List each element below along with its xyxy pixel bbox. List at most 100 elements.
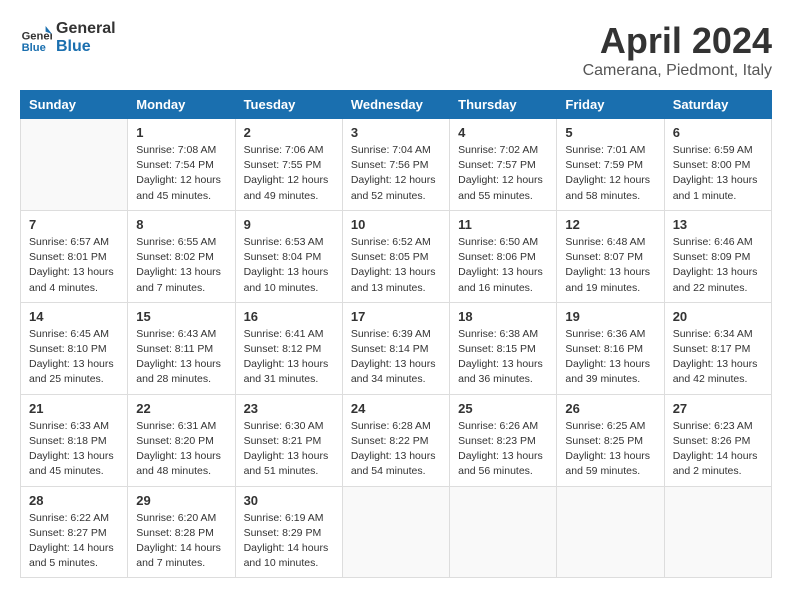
day-number: 11: [458, 217, 548, 232]
calendar-day-cell: 14 Sunrise: 6:45 AM Sunset: 8:10 PM Dayli…: [21, 302, 128, 394]
svg-text:Blue: Blue: [22, 41, 46, 53]
day-number: 24: [351, 401, 441, 416]
calendar-day-cell: 7 Sunrise: 6:57 AM Sunset: 8:01 PM Daylig…: [21, 210, 128, 302]
weekday-header: Wednesday: [342, 91, 449, 119]
day-number: 1: [136, 125, 226, 140]
day-info: Sunrise: 6:31 AM Sunset: 8:20 PM Dayligh…: [136, 419, 226, 480]
calendar-day-cell: 16Sunrise: 6:41 AM Sunset: 8:12 PM Dayli…: [235, 302, 342, 394]
day-info: Sunrise: 6:30 AM Sunset: 8:21 PM Dayligh…: [244, 419, 334, 480]
day-info: Sunrise: 6:55 AM Sunset: 8:02 PM Dayligh…: [136, 235, 226, 296]
day-number: 15: [136, 309, 226, 324]
day-info: Sunrise: 6:20 AM Sunset: 8:28 PM Dayligh…: [136, 511, 226, 572]
day-number: 22: [136, 401, 226, 416]
day-info: Sunrise: 6:43 AM Sunset: 8:11 PM Dayligh…: [136, 327, 226, 388]
day-info: Sunrise: 6:22 AM Sunset: 8:27 PM Dayligh…: [29, 511, 119, 572]
day-info: Sunrise: 6:57 AM Sunset: 8:01 PM Dayligh…: [29, 235, 119, 296]
weekday-header: Friday: [557, 91, 664, 119]
calendar-header-row: SundayMondayTuesdayWednesdayThursdayFrid…: [21, 91, 772, 119]
weekday-header: Thursday: [450, 91, 557, 119]
day-number: 9: [244, 217, 334, 232]
calendar-day-cell: 8Sunrise: 6:55 AM Sunset: 8:02 PM Daylig…: [128, 210, 235, 302]
calendar-day-cell: 3 Sunrise: 7:04 AM Sunset: 7:56 PM Daylig…: [342, 119, 449, 211]
day-number: 30: [244, 493, 334, 508]
day-number: 18: [458, 309, 548, 324]
day-number: 20: [673, 309, 763, 324]
calendar-day-cell: 28 Sunrise: 6:22 AM Sunset: 8:27 PM Dayli…: [21, 486, 128, 578]
day-number: 26: [565, 401, 655, 416]
calendar-day-cell: 13 Sunrise: 6:46 AM Sunset: 8:09 PM Dayli…: [664, 210, 771, 302]
day-info: Sunrise: 6:36 AM Sunset: 8:16 PM Dayligh…: [565, 327, 655, 388]
day-number: 25: [458, 401, 548, 416]
calendar-week-row: 1Sunrise: 7:08 AM Sunset: 7:54 PM Daylig…: [21, 119, 772, 211]
day-number: 3: [351, 125, 441, 140]
day-info: Sunrise: 7:04 AM Sunset: 7:56 PM Dayligh…: [351, 143, 441, 204]
day-number: 16: [244, 309, 334, 324]
calendar-week-row: 21Sunrise: 6:33 AM Sunset: 8:18 PM Dayli…: [21, 394, 772, 486]
day-number: 14: [29, 309, 119, 324]
day-info: Sunrise: 6:26 AM Sunset: 8:23 PM Dayligh…: [458, 419, 548, 480]
calendar-day-cell: 30Sunrise: 6:19 AM Sunset: 8:29 PM Dayli…: [235, 486, 342, 578]
weekday-header: Monday: [128, 91, 235, 119]
calendar-day-cell: 21Sunrise: 6:33 AM Sunset: 8:18 PM Dayli…: [21, 394, 128, 486]
day-number: 10: [351, 217, 441, 232]
day-number: 13: [673, 217, 763, 232]
calendar-day-cell: 24 Sunrise: 6:28 AM Sunset: 8:22 PM Dayli…: [342, 394, 449, 486]
day-number: 27: [673, 401, 763, 416]
calendar-day-cell: 12 Sunrise: 6:48 AM Sunset: 8:07 PM Dayli…: [557, 210, 664, 302]
day-number: 7: [29, 217, 119, 232]
calendar-day-cell: 17Sunrise: 6:39 AM Sunset: 8:14 PM Dayli…: [342, 302, 449, 394]
calendar-day-cell: 22 Sunrise: 6:31 AM Sunset: 8:20 PM Dayli…: [128, 394, 235, 486]
calendar-day-cell: 5Sunrise: 7:01 AM Sunset: 7:59 PM Daylig…: [557, 119, 664, 211]
day-info: Sunrise: 7:06 AM Sunset: 7:55 PM Dayligh…: [244, 143, 334, 204]
calendar-day-cell: 2 Sunrise: 7:06 AM Sunset: 7:55 PM Daylig…: [235, 119, 342, 211]
day-number: 6: [673, 125, 763, 140]
day-info: Sunrise: 6:52 AM Sunset: 8:05 PM Dayligh…: [351, 235, 441, 296]
calendar-table: SundayMondayTuesdayWednesdayThursdayFrid…: [20, 90, 772, 578]
calendar-day-cell: 26Sunrise: 6:25 AM Sunset: 8:25 PM Dayli…: [557, 394, 664, 486]
day-number: 4: [458, 125, 548, 140]
calendar-day-cell: 11Sunrise: 6:50 AM Sunset: 8:06 PM Dayli…: [450, 210, 557, 302]
calendar-day-cell: [450, 486, 557, 578]
calendar-day-cell: 25 Sunrise: 6:26 AM Sunset: 8:23 PM Dayli…: [450, 394, 557, 486]
day-number: 23: [244, 401, 334, 416]
logo-blue: Blue: [56, 38, 116, 56]
calendar-day-cell: 10 Sunrise: 6:52 AM Sunset: 8:05 PM Dayli…: [342, 210, 449, 302]
day-number: 2: [244, 125, 334, 140]
weekday-header: Sunday: [21, 91, 128, 119]
day-number: 28: [29, 493, 119, 508]
weekday-header: Tuesday: [235, 91, 342, 119]
day-info: Sunrise: 6:45 AM Sunset: 8:10 PM Dayligh…: [29, 327, 119, 388]
calendar-day-cell: 9 Sunrise: 6:53 AM Sunset: 8:04 PM Daylig…: [235, 210, 342, 302]
weekday-header: Saturday: [664, 91, 771, 119]
calendar-day-cell: 23 Sunrise: 6:30 AM Sunset: 8:21 PM Dayli…: [235, 394, 342, 486]
calendar-week-row: 28 Sunrise: 6:22 AM Sunset: 8:27 PM Dayli…: [21, 486, 772, 578]
day-info: Sunrise: 6:28 AM Sunset: 8:22 PM Dayligh…: [351, 419, 441, 480]
calendar-day-cell: 1Sunrise: 7:08 AM Sunset: 7:54 PM Daylig…: [128, 119, 235, 211]
day-info: Sunrise: 7:01 AM Sunset: 7:59 PM Dayligh…: [565, 143, 655, 204]
day-info: Sunrise: 6:46 AM Sunset: 8:09 PM Dayligh…: [673, 235, 763, 296]
calendar-day-cell: 4 Sunrise: 7:02 AM Sunset: 7:57 PM Daylig…: [450, 119, 557, 211]
calendar-day-cell: [664, 486, 771, 578]
calendar-day-cell: 29 Sunrise: 6:20 AM Sunset: 8:28 PM Dayli…: [128, 486, 235, 578]
day-number: 17: [351, 309, 441, 324]
calendar-day-cell: 20Sunrise: 6:34 AM Sunset: 8:17 PM Dayli…: [664, 302, 771, 394]
calendar-day-cell: 15 Sunrise: 6:43 AM Sunset: 8:11 PM Dayli…: [128, 302, 235, 394]
logo-general: General: [56, 20, 116, 38]
logo: General Blue General Blue: [20, 20, 116, 55]
day-info: Sunrise: 7:02 AM Sunset: 7:57 PM Dayligh…: [458, 143, 548, 204]
calendar-day-cell: 18Sunrise: 6:38 AM Sunset: 8:15 PM Dayli…: [450, 302, 557, 394]
month-title: April 2024: [583, 20, 772, 62]
location: Camerana, Piedmont, Italy: [583, 62, 772, 80]
logo-text: General Blue: [56, 20, 116, 55]
day-number: 29: [136, 493, 226, 508]
calendar-day-cell: [557, 486, 664, 578]
svg-text:General: General: [22, 30, 52, 42]
day-info: Sunrise: 6:48 AM Sunset: 8:07 PM Dayligh…: [565, 235, 655, 296]
calendar-day-cell: [342, 486, 449, 578]
calendar-week-row: 7 Sunrise: 6:57 AM Sunset: 8:01 PM Daylig…: [21, 210, 772, 302]
day-number: 12: [565, 217, 655, 232]
day-number: 19: [565, 309, 655, 324]
day-info: Sunrise: 6:33 AM Sunset: 8:18 PM Dayligh…: [29, 419, 119, 480]
day-info: Sunrise: 6:23 AM Sunset: 8:26 PM Dayligh…: [673, 419, 763, 480]
day-info: Sunrise: 6:53 AM Sunset: 8:04 PM Dayligh…: [244, 235, 334, 296]
